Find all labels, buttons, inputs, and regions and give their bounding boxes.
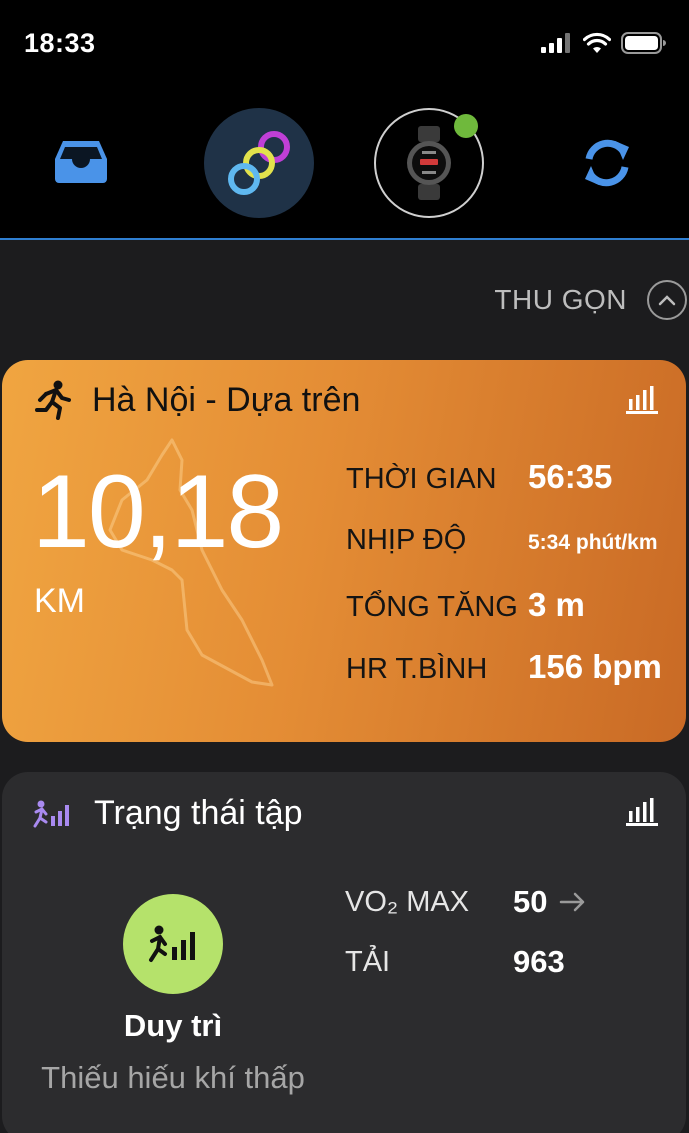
stat-label: HR T.BÌNH <box>346 653 488 685</box>
stat-row-elevation: TỔNG TĂNG 3 m <box>346 586 585 624</box>
stat-value: 3 m <box>528 586 585 623</box>
status-time: 18:33 <box>24 28 96 58</box>
wifi-icon <box>583 32 611 53</box>
arrow-right-icon <box>560 892 585 912</box>
cellular-signal-icon <box>541 33 570 53</box>
sync-button[interactable] <box>572 128 642 198</box>
distance-value: 10,18 <box>32 454 284 570</box>
device-connected-indicator <box>454 114 478 138</box>
activity-title: Hà Nội - Dựa trên <box>92 380 361 419</box>
metric-row-load: TẢI 963 <box>345 944 565 980</box>
status-bar: 18:33 <box>0 0 689 90</box>
stat-row-heart-rate: HR T.BÌNH 156 bpm <box>346 648 662 686</box>
activity-rings-button[interactable] <box>204 108 314 218</box>
stat-value: 56:35 <box>528 458 613 495</box>
stat-value: 5:34 phút/km <box>528 531 658 554</box>
metric-value: 50 <box>513 884 548 919</box>
metric-label: TẢI <box>345 945 391 978</box>
sync-arrows-icon <box>585 139 629 187</box>
inbox-button[interactable] <box>46 132 116 192</box>
battery-icon <box>621 32 666 54</box>
inbox-tray-icon <box>55 141 107 183</box>
training-status-icon <box>149 925 195 962</box>
status-icons <box>541 32 667 54</box>
stat-row-time: THỜI GIAN 56:35 <box>346 458 612 496</box>
device-button[interactable] <box>374 108 484 218</box>
running-icon <box>35 380 71 420</box>
training-status-label: Duy trì <box>123 1008 223 1043</box>
stat-label: TỔNG TĂNG <box>346 591 518 623</box>
connect-rings-icon <box>228 131 290 195</box>
metric-label: VO₂ MAX <box>345 885 470 918</box>
training-status-card[interactable]: Trạng thái tập Duy trì Thiếu hiếu khí th… <box>2 772 686 1133</box>
activity-card[interactable]: Hà Nội - Dựa trên 10,18 KM THỜI GIAN 56:… <box>2 360 686 742</box>
activity-header: Hà Nội - Dựa trên <box>34 380 360 420</box>
smartwatch-icon <box>407 126 451 200</box>
stat-value: 156 bpm <box>528 648 662 685</box>
collapse-label: THU GỌN <box>494 284 627 315</box>
training-status-icon <box>33 800 69 827</box>
stat-label: THỜI GIAN <box>346 463 497 495</box>
stat-row-pace: NHỊP ĐỘ 5:34 phút/km <box>346 524 658 557</box>
training-status-header: Trạng thái tập <box>32 794 303 833</box>
metric-value: 963 <box>513 944 565 979</box>
training-status-title: Trạng thái tập <box>94 794 303 832</box>
distance-unit: KM <box>34 582 85 620</box>
metric-row-vo2max: VO₂ MAX 50 <box>345 884 587 920</box>
stat-label: NHỊP ĐỘ <box>346 524 467 556</box>
bar-chart-icon[interactable] <box>626 386 658 414</box>
top-navigation <box>0 90 689 238</box>
collapse-toggle[interactable]: THU GỌN <box>494 280 687 320</box>
training-status-badge <box>123 894 223 994</box>
nav-divider <box>0 238 689 240</box>
training-status-description: Thiếu hiếu khí thấp <box>41 1060 305 1095</box>
chevron-up-icon <box>647 280 687 320</box>
bar-chart-icon[interactable] <box>626 798 658 826</box>
